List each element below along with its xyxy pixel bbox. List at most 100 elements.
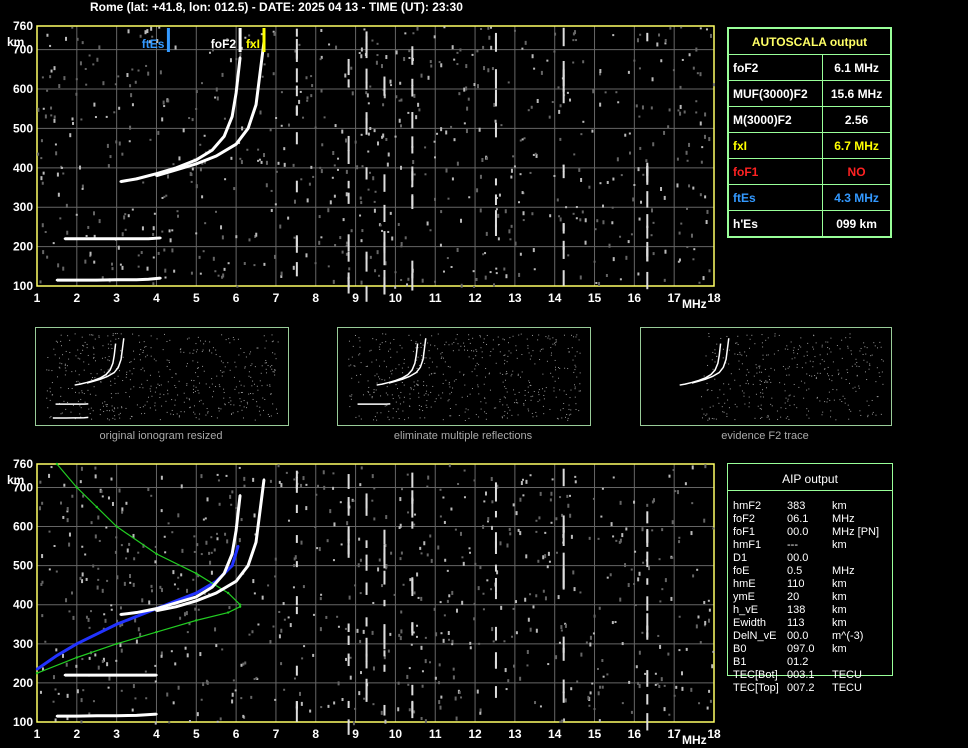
thumb-dot: [239, 405, 241, 407]
thumb-dot: [574, 384, 576, 386]
thumb-dot: [574, 355, 576, 357]
noise-dot: [263, 262, 266, 266]
noise-dot: [397, 707, 400, 712]
noise-dot: [57, 263, 60, 268]
noise-dot: [437, 545, 440, 550]
noise-dot: [92, 564, 95, 568]
thumb-dot: [126, 371, 128, 373]
noise-dot: [341, 698, 344, 702]
aip-label: foE: [733, 565, 750, 577]
thumb-dot: [506, 404, 508, 406]
thumb-dot: [150, 347, 152, 349]
thumb-dot: [388, 410, 390, 412]
noise-dot: [105, 115, 108, 118]
thumb-dot: [375, 359, 377, 361]
noise-dot: [468, 547, 471, 550]
thumb-dot: [515, 402, 517, 404]
x-tick-label: 6: [233, 291, 240, 305]
thumb-dot: [743, 392, 745, 394]
noise-dot: [413, 523, 416, 526]
thumb-dot: [847, 345, 849, 347]
thumb-dot: [774, 333, 776, 335]
thumb-dot: [705, 414, 707, 416]
thumb-dot: [823, 368, 825, 370]
thumb-dot: [455, 338, 457, 340]
noise-dot: [664, 42, 667, 45]
thumb-dot: [475, 355, 477, 357]
thumb-dot: [574, 396, 576, 398]
thumb-dot: [273, 371, 275, 373]
thumb-dot: [401, 347, 403, 349]
streak-mark: [411, 622, 414, 636]
noise-dot: [417, 596, 420, 599]
x-tick-label: 18: [707, 291, 721, 305]
autoscala-value: 15.6 MHz: [822, 80, 891, 107]
noise-dot: [85, 615, 88, 619]
thumb-dot: [484, 411, 486, 413]
thumb-dot: [514, 393, 516, 395]
noise-dot: [68, 532, 71, 537]
noise-dot: [511, 635, 514, 638]
noise-dot: [564, 698, 567, 703]
noise-dot: [298, 99, 301, 104]
noise-dot: [131, 68, 134, 71]
thumb-dot: [808, 417, 810, 419]
thumb-dot: [131, 373, 133, 375]
noise-dot: [445, 130, 448, 135]
noise-dot: [317, 484, 320, 488]
thumb-dot: [712, 405, 714, 407]
noise-dot: [585, 641, 588, 644]
series-point: [135, 611, 138, 614]
noise-dot: [704, 112, 707, 117]
noise-dot: [320, 89, 323, 93]
thumb-dot: [845, 337, 847, 339]
noise-dot: [292, 265, 295, 270]
thumb-dot: [160, 384, 162, 386]
x-tick-label: 9: [352, 727, 359, 741]
thumb-dot: [841, 339, 843, 341]
thumb-dot: [256, 385, 258, 387]
noise-dot: [163, 105, 166, 108]
thumb-dot: [256, 347, 258, 349]
noise-dot: [589, 642, 592, 647]
noise-dot: [116, 619, 119, 623]
thumb-dot: [568, 351, 570, 353]
noise-dot: [627, 583, 630, 588]
streak-mark: [646, 632, 649, 640]
thumb-dot: [548, 335, 550, 337]
noise-dot: [399, 81, 402, 85]
noise-dot: [71, 591, 74, 595]
thumb-dot: [415, 341, 417, 343]
noise-dot: [185, 611, 188, 616]
noise-dot: [695, 111, 698, 114]
thumb-dot: [780, 407, 782, 409]
thumb-dot: [112, 333, 114, 335]
noise-dot: [440, 695, 443, 699]
streak-mark: [562, 246, 565, 259]
noise-dot: [299, 90, 302, 93]
noise-dot: [202, 250, 205, 253]
thumb-dot: [114, 333, 116, 335]
thumb-dot: [734, 379, 736, 381]
noise-dot: [455, 608, 458, 613]
noise-dot: [345, 657, 348, 661]
thumb-dot: [398, 395, 400, 397]
noise-dot: [385, 515, 388, 520]
noise-dot: [693, 248, 696, 251]
thumb-original-canvas: [46, 333, 279, 421]
y-tick-label: 300: [13, 637, 33, 651]
thumb-dot: [178, 416, 180, 418]
noise-dot: [359, 639, 362, 643]
noise-dot: [235, 507, 238, 510]
thumb-dot: [91, 334, 93, 336]
noise-dot: [447, 197, 450, 200]
thumb-dot: [574, 364, 576, 366]
thumb-dot: [60, 340, 62, 342]
thumb-dot: [745, 374, 747, 376]
noise-dot: [369, 126, 372, 130]
noise-dot: [387, 230, 390, 233]
thumb-dot: [527, 386, 529, 388]
thumb-dot: [723, 383, 725, 385]
noise-dot: [312, 613, 315, 616]
noise-dot: [654, 683, 657, 686]
